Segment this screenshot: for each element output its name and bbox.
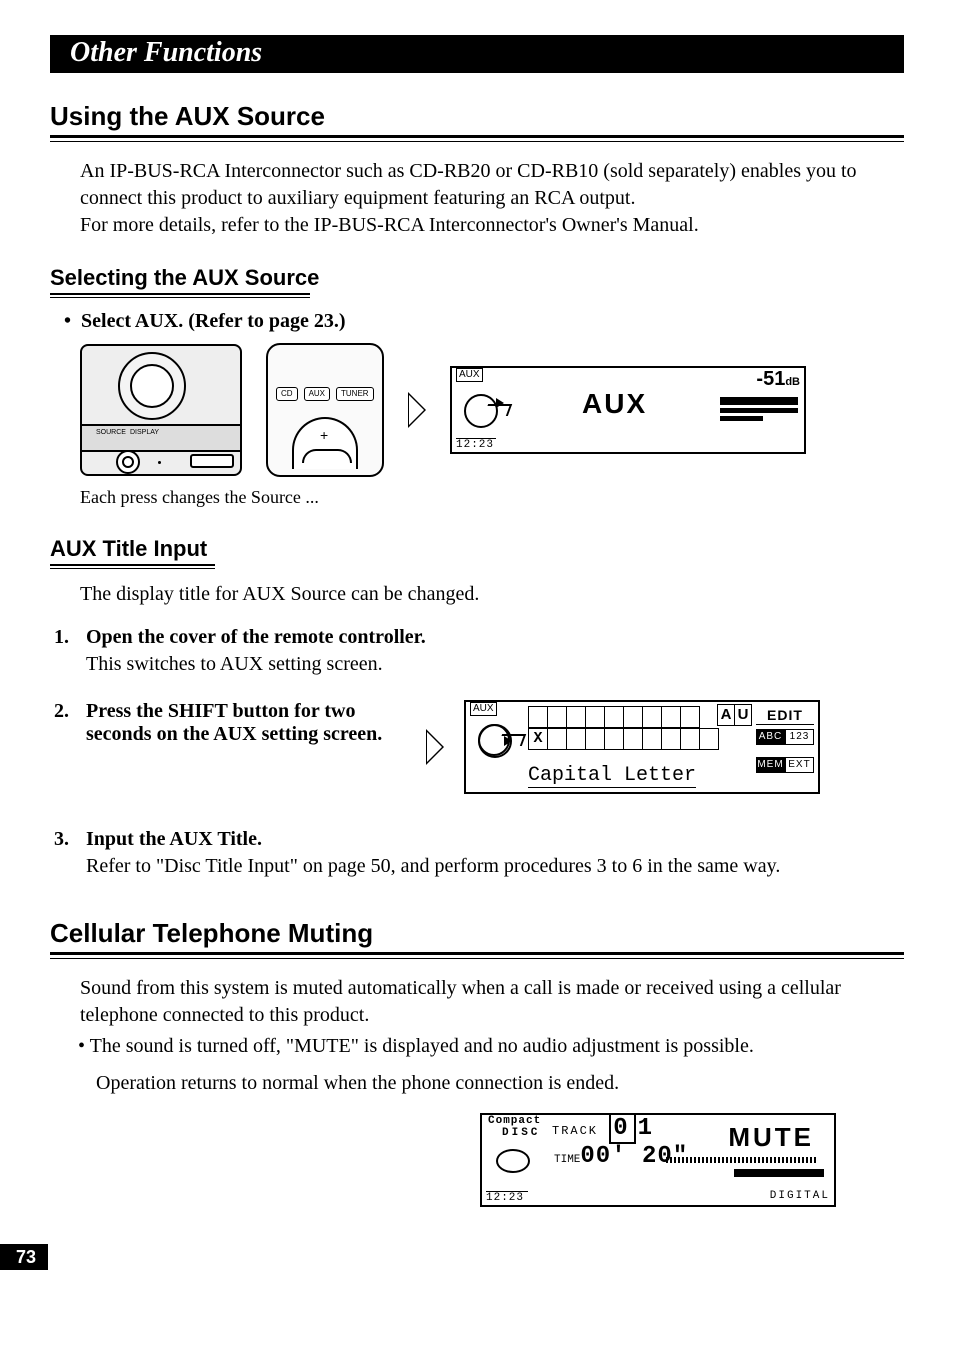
arrow-icon: [408, 392, 426, 428]
muting-bullet-line2: Operation returns to normal when the pho…: [96, 1070, 904, 1097]
subheading-selecting-aux: Selecting the AUX Source: [50, 265, 319, 291]
lcd-mute-screen: CompactDISC TRACK 01 TIME00' 20" 12:23 M…: [480, 1113, 836, 1207]
step-3-num: 3.: [54, 828, 86, 851]
chapter-heading: Other Functions: [50, 35, 904, 73]
subheading-aux-title-input: AUX Title Input: [50, 536, 207, 562]
step-1-num: 1.: [54, 626, 86, 649]
mute-label: MUTE: [728, 1123, 814, 1151]
lcd-clock: 12:23: [456, 438, 496, 452]
title-char-grid-input: X: [528, 728, 719, 750]
page-number: 73: [0, 1244, 48, 1270]
bullet-select-aux-text: Select AUX. (Refer to page 23.): [81, 310, 346, 332]
lcd-title-input-screen: AUX A U X Capital Letter ED: [464, 700, 820, 794]
label-display: DISPLAY: [130, 428, 159, 438]
remote-illustration: CD AUX TUNER: [266, 343, 384, 477]
remote-dpad-icon: [292, 417, 358, 469]
title-char-grid-top: [528, 706, 700, 728]
au-indicator: A U: [717, 704, 752, 726]
remote-btn-aux: AUX: [304, 387, 330, 401]
level-bar-icon: [734, 1169, 824, 1177]
slot-icon: [190, 454, 234, 468]
edit-header: EDIT: [756, 706, 814, 725]
lcd-clock: 12:23: [486, 1191, 528, 1205]
au-A: A: [717, 704, 734, 726]
step-1-body: This switches to AUX setting screen.: [86, 653, 904, 676]
bullet-select-aux: • Select AUX. (Refer to page 23.): [64, 310, 904, 333]
step-2-num: 2.: [54, 700, 86, 746]
step-1: 1. Open the cover of the remote controll…: [54, 626, 904, 649]
lcd-indicator-aux: AUX: [456, 368, 483, 382]
lcd-level-readout: -51dB: [756, 368, 800, 393]
subheading-rule: [50, 293, 310, 298]
step-2: 2. Press the SHIFT button for two second…: [54, 700, 410, 746]
level-dots-icon: [666, 1157, 816, 1163]
mode-ext: EXT: [785, 757, 814, 773]
edit-panel: EDIT ABC 123 MEM EXT: [756, 706, 814, 773]
digital-label: DIGITAL: [770, 1190, 830, 1203]
muting-intro: Sound from this system is muted automati…: [80, 975, 904, 1029]
capital-letter-label: Capital Letter: [528, 765, 696, 788]
section-heading-muting: Cellular Telephone Muting: [50, 918, 904, 949]
remote-btn-tuner: TUNER: [336, 387, 374, 401]
caption-each-press: Each press changes the Source ...: [80, 487, 904, 508]
level-bars-icon: [720, 394, 798, 424]
remote-btn-cd: CD: [276, 387, 298, 401]
step-3-title: Input the AUX Title.: [86, 828, 262, 851]
aux-title-intro: The display title for AUX Source can be …: [80, 581, 904, 608]
step-2-title: Press the SHIFT button for two seconds o…: [86, 700, 410, 746]
input-char-X: X: [528, 728, 548, 750]
lcd-center-aux: AUX: [582, 390, 647, 418]
section-heading-aux-source: Using the AUX Source: [50, 101, 904, 132]
mode-123: 123: [785, 729, 814, 745]
arrow-icon: [426, 729, 444, 765]
step-1-title: Open the cover of the remote controller.: [86, 626, 426, 649]
mode-abc: ABC: [756, 729, 785, 745]
track-readout: TRACK 01: [552, 1117, 654, 1141]
dial-icon: [118, 352, 186, 420]
dot-icon: [158, 461, 161, 464]
label-source: SOURCE: [96, 428, 126, 438]
disc-arrow-icon: [476, 722, 516, 756]
lcd-indicator-aux: AUX: [470, 702, 497, 716]
mode-mem: MEM: [756, 757, 785, 773]
play-arrow-icon: [496, 398, 504, 408]
au-U: U: [734, 704, 752, 726]
head-unit-illustration: SOURCE DISPLAY: [80, 344, 242, 476]
subheading-rule: [50, 564, 215, 569]
compact-disc-label: CompactDISC: [488, 1115, 541, 1139]
knob-icon: [116, 450, 140, 474]
heading-rule: [50, 135, 904, 142]
muting-bullet: The sound is turned off, "MUTE" is displ…: [78, 1033, 904, 1060]
heading-rule: [50, 952, 904, 959]
illustration-row-aux: SOURCE DISPLAY CD AUX TUNER AUX 12:23 AU…: [80, 343, 904, 477]
lcd-aux-screen: AUX 12:23 AUX -51dB: [450, 366, 806, 454]
disc-icon: [496, 1149, 530, 1173]
page-number-wrap: 73: [0, 1244, 48, 1270]
step-3: 3. Input the AUX Title.: [54, 828, 904, 851]
section-intro-text: An IP-BUS-RCA Interconnector such as CD-…: [80, 158, 904, 239]
step-3-body: Refer to "Disc Title Input" on page 50, …: [86, 855, 904, 878]
